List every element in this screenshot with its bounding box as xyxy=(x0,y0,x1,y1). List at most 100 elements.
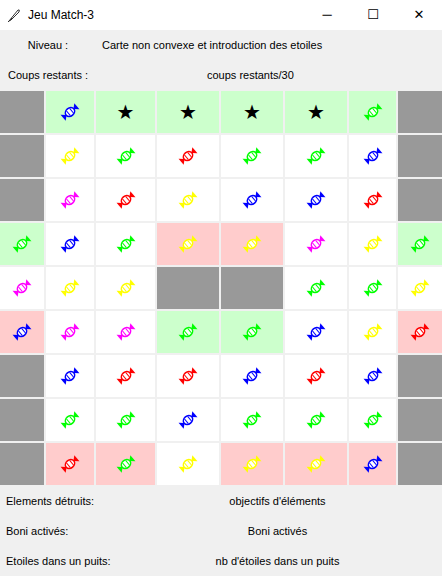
board-cell[interactable] xyxy=(157,443,219,485)
board-cell[interactable] xyxy=(349,91,396,133)
board-cell[interactable] xyxy=(349,223,396,265)
candy-icon xyxy=(363,190,383,210)
candy-icon xyxy=(363,146,383,166)
board-cell[interactable] xyxy=(221,223,283,265)
board-cell[interactable] xyxy=(96,311,155,353)
board-cell[interactable]: ★ xyxy=(221,91,283,133)
candy-icon xyxy=(60,102,80,122)
board-cell[interactable] xyxy=(398,223,442,265)
board-cell[interactable] xyxy=(221,179,283,221)
board-cell[interactable] xyxy=(46,355,94,397)
board-cell[interactable] xyxy=(398,267,442,309)
candy-icon xyxy=(363,102,383,122)
candy-icon xyxy=(363,410,383,430)
wall-cell xyxy=(0,355,44,397)
board-cell[interactable] xyxy=(349,135,396,177)
board-cell[interactable] xyxy=(285,135,347,177)
board-cell[interactable] xyxy=(46,179,94,221)
board-cell[interactable] xyxy=(0,223,44,265)
board-cell[interactable] xyxy=(285,399,347,441)
candy-icon xyxy=(12,234,32,254)
board-cell[interactable] xyxy=(157,223,219,265)
candy-icon xyxy=(363,234,383,254)
stat-row: Elements détruits: objectifs d'éléments xyxy=(0,486,442,516)
star-icon: ★ xyxy=(243,102,261,122)
board-cell[interactable] xyxy=(221,135,283,177)
candy-icon xyxy=(116,146,136,166)
board-cell[interactable] xyxy=(46,311,94,353)
board-cell[interactable] xyxy=(157,355,219,397)
board-cell[interactable] xyxy=(96,135,155,177)
wall-cell xyxy=(0,179,44,221)
candy-icon xyxy=(60,146,80,166)
candy-icon xyxy=(410,278,430,298)
candy-icon xyxy=(60,190,80,210)
board-cell[interactable] xyxy=(157,399,219,441)
candy-icon xyxy=(410,234,430,254)
board-cell[interactable] xyxy=(349,399,396,441)
game-window: Jeu Match-3 ─☐✕ Niveau : Carte non conve… xyxy=(0,0,442,576)
feather-icon xyxy=(6,7,22,23)
board-cell[interactable] xyxy=(285,355,347,397)
board-cell[interactable] xyxy=(0,267,44,309)
board-cell[interactable] xyxy=(157,135,219,177)
board-cell[interactable] xyxy=(157,179,219,221)
candy-icon xyxy=(178,322,198,342)
candy-icon xyxy=(242,190,262,210)
board-cell[interactable] xyxy=(285,223,347,265)
board-cell[interactable] xyxy=(285,267,347,309)
board-cell[interactable] xyxy=(221,443,283,485)
board-cell[interactable] xyxy=(96,223,155,265)
board-cell[interactable] xyxy=(96,179,155,221)
board-cell[interactable] xyxy=(46,223,94,265)
wall-cell xyxy=(398,91,442,133)
candy-icon xyxy=(60,278,80,298)
board-cell[interactable]: ★ xyxy=(96,91,155,133)
board-cell[interactable] xyxy=(349,443,396,485)
board-cell[interactable] xyxy=(349,311,396,353)
candy-icon xyxy=(116,278,136,298)
board-cell[interactable] xyxy=(221,355,283,397)
star-icon: ★ xyxy=(179,102,197,122)
board-cell[interactable] xyxy=(349,267,396,309)
board-cell[interactable] xyxy=(46,267,94,309)
info-value: Carte non convexe et introduction des et… xyxy=(102,39,322,51)
board-cell[interactable] xyxy=(0,311,44,353)
board-cell[interactable] xyxy=(285,311,347,353)
wall-cell xyxy=(398,135,442,177)
candy-icon xyxy=(60,410,80,430)
board-cell[interactable] xyxy=(285,443,347,485)
candy-icon xyxy=(306,278,326,298)
board-cell[interactable] xyxy=(96,355,155,397)
board-cell[interactable] xyxy=(221,311,283,353)
candy-icon xyxy=(363,454,383,474)
candy-icon xyxy=(60,366,80,386)
board-cell[interactable] xyxy=(46,91,94,133)
candy-icon xyxy=(60,454,80,474)
window-title: Jeu Match-3 xyxy=(28,8,304,22)
candy-icon xyxy=(363,366,383,386)
board-cell[interactable] xyxy=(96,443,155,485)
candy-icon xyxy=(306,146,326,166)
window-control[interactable]: ☐ xyxy=(350,0,396,30)
board-cell[interactable]: ★ xyxy=(285,91,347,133)
board-cell[interactable] xyxy=(349,355,396,397)
board-cell[interactable] xyxy=(46,443,94,485)
board-cell[interactable] xyxy=(46,135,94,177)
stat-row: Boni activés: Boni activés xyxy=(0,516,442,546)
board-cell[interactable] xyxy=(398,311,442,353)
candy-icon xyxy=(178,366,198,386)
board-cell[interactable] xyxy=(46,399,94,441)
star-icon: ★ xyxy=(307,102,325,122)
candy-icon xyxy=(178,234,198,254)
board-cell[interactable] xyxy=(157,311,219,353)
board-cell[interactable] xyxy=(96,267,155,309)
board-cell[interactable] xyxy=(96,399,155,441)
board-cell[interactable] xyxy=(285,179,347,221)
board-cell[interactable]: ★ xyxy=(157,91,219,133)
board-cell[interactable] xyxy=(349,179,396,221)
window-control[interactable]: ✕ xyxy=(396,0,442,30)
info-row: Niveau : Carte non convexe et introducti… xyxy=(0,30,442,60)
window-control[interactable]: ─ xyxy=(304,0,350,30)
board-cell[interactable] xyxy=(221,399,283,441)
